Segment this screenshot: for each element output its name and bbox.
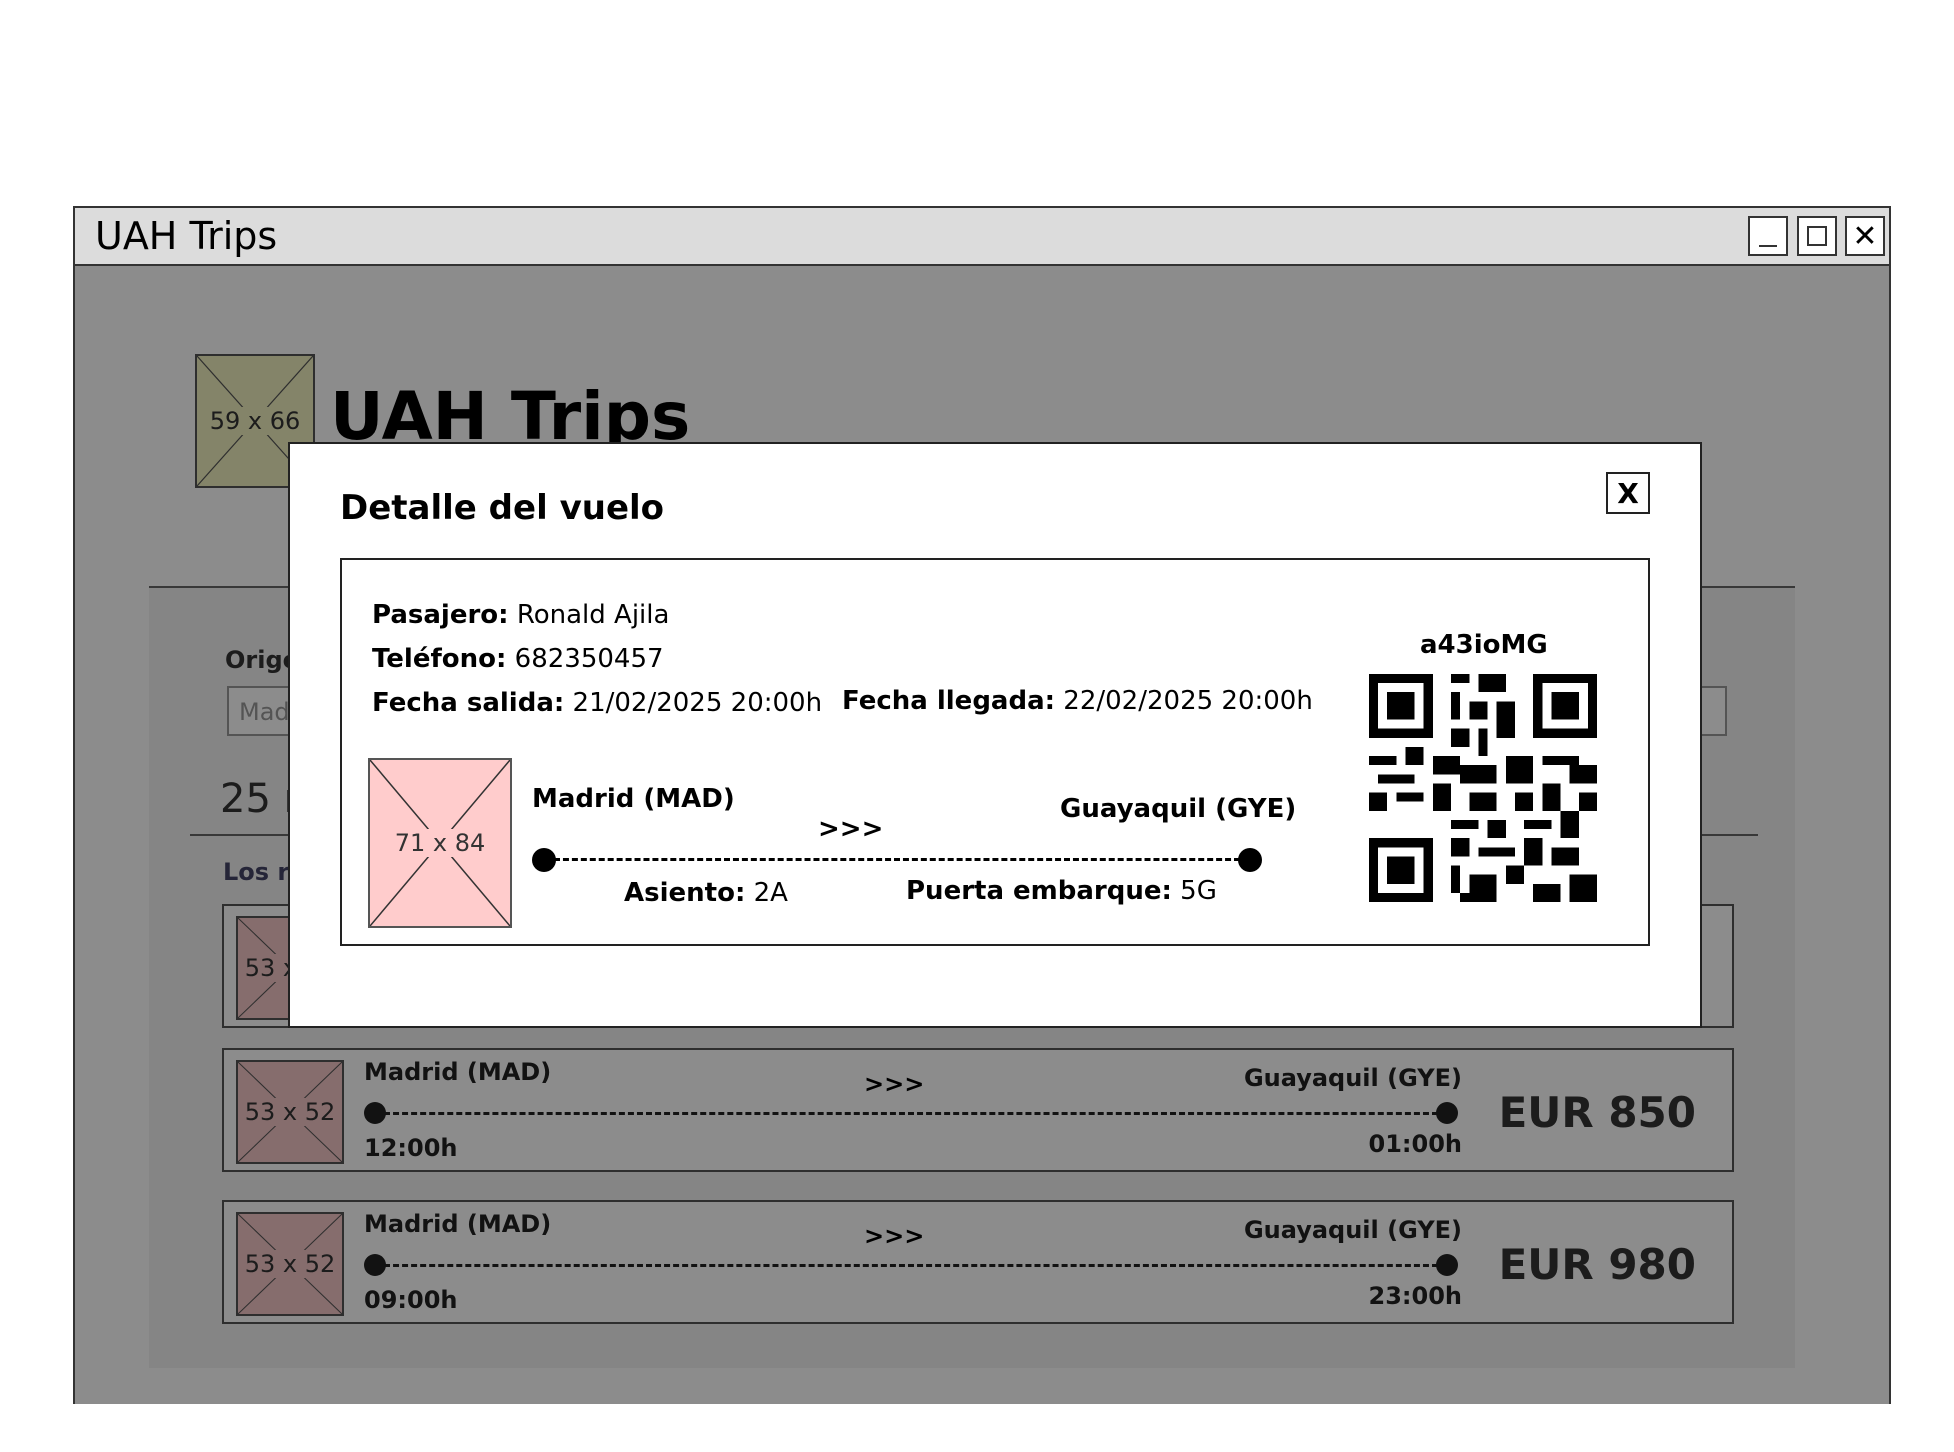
- arrival-date-value: 22/02/2025 20:00h: [1063, 686, 1313, 716]
- phone-label: Teléfono:: [372, 644, 507, 674]
- gate-value: 5G: [1180, 876, 1217, 906]
- seat-field: Asiento: 2A: [624, 878, 788, 908]
- modal-title: Detalle del vuelo: [340, 488, 665, 528]
- close-icon: ✕: [1852, 218, 1878, 254]
- passenger-value: Ronald Ajila: [516, 600, 670, 630]
- arrival-date-field: Fecha llegada: 22/02/2025 20:00h: [842, 686, 1313, 716]
- origin-airport: Madrid (MAD): [532, 784, 735, 814]
- minimize-button[interactable]: [1748, 216, 1788, 256]
- passenger-field: Pasajero: Ronald Ajila: [372, 600, 669, 630]
- booking-code: a43ioMG: [1420, 630, 1548, 660]
- title-bar: UAH Trips ✕: [75, 208, 1889, 266]
- departure-date-field: Fecha salida: 21/02/2025 20:00h: [372, 688, 822, 718]
- gate-field: Puerta embarque: 5G: [906, 876, 1217, 906]
- maximize-button[interactable]: [1797, 216, 1837, 256]
- qr-code-icon: [1369, 674, 1597, 902]
- destination-dot: [1238, 848, 1262, 872]
- direction-arrows: >>>: [818, 814, 884, 844]
- route-line: [554, 858, 1240, 861]
- maximize-icon: [1799, 218, 1835, 254]
- phone-field: Teléfono: 682350457: [372, 644, 664, 674]
- seat-value: 2A: [753, 878, 788, 908]
- arrival-date-label: Fecha llegada:: [842, 686, 1056, 716]
- departure-date-label: Fecha salida:: [372, 688, 565, 718]
- gate-label: Puerta embarque:: [906, 876, 1172, 906]
- passenger-label: Pasajero:: [372, 600, 509, 630]
- phone-value: 682350457: [514, 644, 664, 674]
- airline-logo: 71 x 84: [368, 758, 512, 928]
- departure-date-value: 21/02/2025 20:00h: [572, 688, 823, 718]
- close-window-button[interactable]: ✕: [1845, 216, 1885, 256]
- destination-airport: Guayaquil (GYE): [1060, 794, 1297, 824]
- seat-label: Asiento:: [624, 878, 746, 908]
- modal-close-button[interactable]: X: [1606, 472, 1650, 514]
- minimize-icon: [1750, 218, 1786, 254]
- boarding-pass: Pasajero: Ronald Ajila Teléfono: 6823504…: [340, 558, 1650, 946]
- origin-dot: [532, 848, 556, 872]
- flight-detail-modal: Detalle del vuelo X Pasajero: Ronald Aji…: [288, 442, 1702, 1028]
- window-title: UAH Trips: [95, 214, 278, 258]
- airline-logo-size: 71 x 84: [392, 829, 488, 857]
